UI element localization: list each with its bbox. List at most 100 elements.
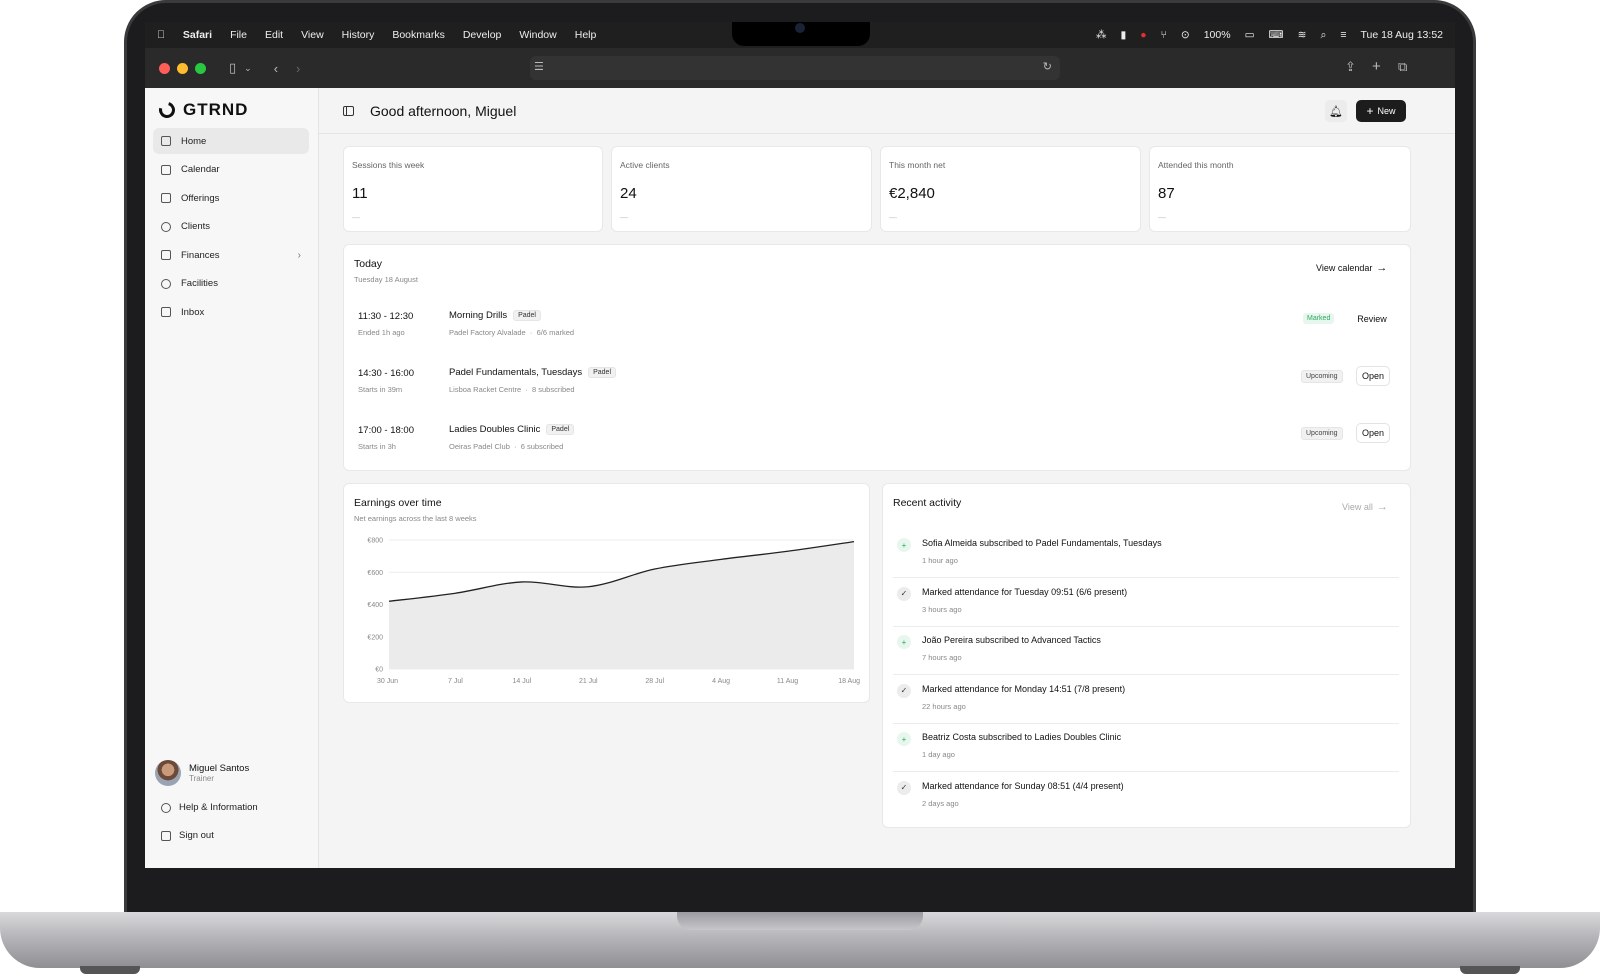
calendar-icon [161,164,171,175]
page-title: Good afternoon, Miguel [370,102,517,119]
record-icon[interactable]: ● [1140,29,1146,41]
activity-item[interactable]: + Sofia Almeida subscribed to Padel Funda… [893,530,1399,578]
sidebar-item-inbox[interactable]: Inbox [153,299,309,325]
stat-label: Sessions this week [352,160,425,170]
menu-bookmarks[interactable]: Bookmarks [392,29,445,41]
x-tick-label: 30 Jun [377,678,398,685]
reload-icon[interactable]: ↻ [1043,60,1052,73]
review-button[interactable]: Review [1350,309,1394,329]
panel-toggle-icon[interactable] [343,105,354,116]
menu-view[interactable]: View [301,29,324,41]
sign-out-link[interactable]: Sign out [161,830,214,841]
location-icon [161,278,171,289]
laptop-frame:  Safari File Edit View History Bookmark… [0,0,1600,977]
menu-app-name[interactable]: Safari [183,29,212,41]
chevron-right-icon: › [297,249,301,261]
user-plus-icon: + [897,635,911,649]
notifications-button[interactable]: 🔔︎ [1325,100,1347,122]
view-calendar-link[interactable]: View calendar → [1316,262,1387,274]
separator-dot: · [525,385,528,394]
address-bar[interactable]: ☰ ↻ [530,56,1060,80]
session-row[interactable]: 17:00 - 18:00 Starts in 3h Ladies Double… [358,420,1398,460]
activity-item[interactable]: + João Pereira subscribed to Advanced Tac… [893,627,1399,675]
sidebar: GTRND Home Calendar Offerings Clients Fi… [145,88,319,868]
menubar-status-area: ⁂ ▮ ● ⑂ ⊙ 100% ▭ ⌨ ≋ ⌕ ≡ Tue 18 Aug 13:5… [1096,29,1443,42]
sidebar-item-home[interactable]: Home [153,128,309,154]
window-minimize-button[interactable] [177,62,188,74]
airpods-icon[interactable]: ⑂ [1161,29,1167,41]
x-tick-label: 7 Jul [448,678,463,685]
sidebar-toggle-icon[interactable]: ▯ [229,60,236,76]
help-link[interactable]: Help & Information [161,802,258,813]
stat-card-clients: Active clients 24 — [611,146,872,232]
open-button[interactable]: Open [1356,423,1390,443]
new-button-label: New [1377,106,1396,116]
menu-window[interactable]: Window [519,29,556,41]
sidebar-item-facilities[interactable]: Facilities [153,271,309,297]
session-row[interactable]: 11:30 - 12:30 Ended 1h ago Morning Drill… [358,306,1398,346]
camera-icon [795,23,805,33]
session-time: 14:30 - 16:00 [358,368,414,379]
play-icon[interactable]: ⊙ [1181,29,1190,41]
activity-item[interactable]: ✓ Marked attendance for Tuesday 09:51 (6/… [893,579,1399,627]
view-calendar-label: View calendar [1316,263,1373,273]
earnings-area [389,541,854,669]
session-detail: 6/6 marked [536,328,575,337]
sidebar-item-clients[interactable]: Clients [153,214,309,240]
user-profile[interactable]: Miguel Santos Trainer [155,760,249,786]
sidebar-item-finances[interactable]: Finances › [153,242,309,268]
separator-dot: · [529,328,533,337]
clipboard-icon[interactable]: ▮ [1120,29,1126,41]
tab-overview-icon[interactable]: ⧉ [1398,59,1407,75]
figma-icon[interactable]: ⁂ [1096,29,1107,41]
activity-item[interactable]: + Beatriz Costa subscribed to Ladies Doub… [893,724,1399,772]
activity-text: Marked attendance for Sunday 08:51 (4/4 … [922,780,1124,791]
session-detail: 6 subscribed [520,442,564,451]
sidebar-item-calendar[interactable]: Calendar [153,157,309,183]
session-location: Lisboa Racket Centre [449,385,522,394]
activity-item[interactable]: ✓ Marked attendance for Monday 14:51 (7/8… [893,676,1399,724]
keyboard-icon[interactable]: ⌨ [1268,29,1283,41]
apple-icon[interactable]:  [157,29,165,41]
new-button[interactable]: + New [1356,100,1406,122]
session-name: Padel Fundamentals, Tuesdays [449,367,583,378]
wifi-icon[interactable]: ≋ [1298,29,1307,41]
browser-toolbar: ▯ ⌄ ‹ › ☰ ↻ ⇪ + ⧉ [145,48,1455,88]
view-all-label: View all [1342,502,1373,512]
menu-file[interactable]: File [230,29,247,41]
activity-time: 3 hours ago [922,604,962,614]
menu-develop[interactable]: Develop [463,29,502,41]
open-button[interactable]: Open [1356,366,1390,386]
view-all-link[interactable]: View all → [1342,501,1388,513]
check-circle-icon: ✓ [897,586,911,601]
stat-trend: — [620,213,628,222]
laptop-foot [1460,966,1520,974]
activity-item[interactable]: ✓ Marked attendance for Sunday 08:51 (4/4… [893,773,1399,821]
menu-edit[interactable]: Edit [265,29,283,41]
window-close-button[interactable] [159,62,170,74]
activity-time: 7 hours ago [922,653,962,662]
battery-icon[interactable]: ▭ [1245,29,1255,41]
stat-label: This month net [889,160,946,170]
stat-trend: — [1158,213,1166,222]
share-icon[interactable]: ⇪ [1345,59,1356,75]
forward-icon[interactable]: › [296,61,300,76]
stat-value: 11 [352,185,368,202]
control-center-icon[interactable]: ≡ [1340,29,1346,41]
stat-label: Attended this month [1158,160,1234,170]
menu-help[interactable]: Help [575,29,597,41]
chevron-down-icon[interactable]: ⌄ [244,63,252,74]
inbox-icon [161,307,171,317]
menubar-clock[interactable]: Tue 18 Aug 13:52 [1360,29,1443,41]
new-tab-icon[interactable]: + [1372,58,1381,75]
spotlight-search-icon[interactable]: ⌕ [1320,29,1326,42]
stat-trend: — [889,213,897,222]
y-tick-label: €600 [367,570,383,577]
sidebar-item-offerings[interactable]: Offerings [153,185,309,211]
menu-history[interactable]: History [342,29,375,41]
brand-logo[interactable]: GTRND [156,99,248,121]
session-row[interactable]: 14:30 - 16:00 Starts in 39m Padel Fundam… [358,363,1398,403]
window-zoom-button[interactable] [195,62,206,74]
page-settings-icon[interactable]: ☰ [534,60,544,73]
back-icon[interactable]: ‹ [274,61,278,76]
